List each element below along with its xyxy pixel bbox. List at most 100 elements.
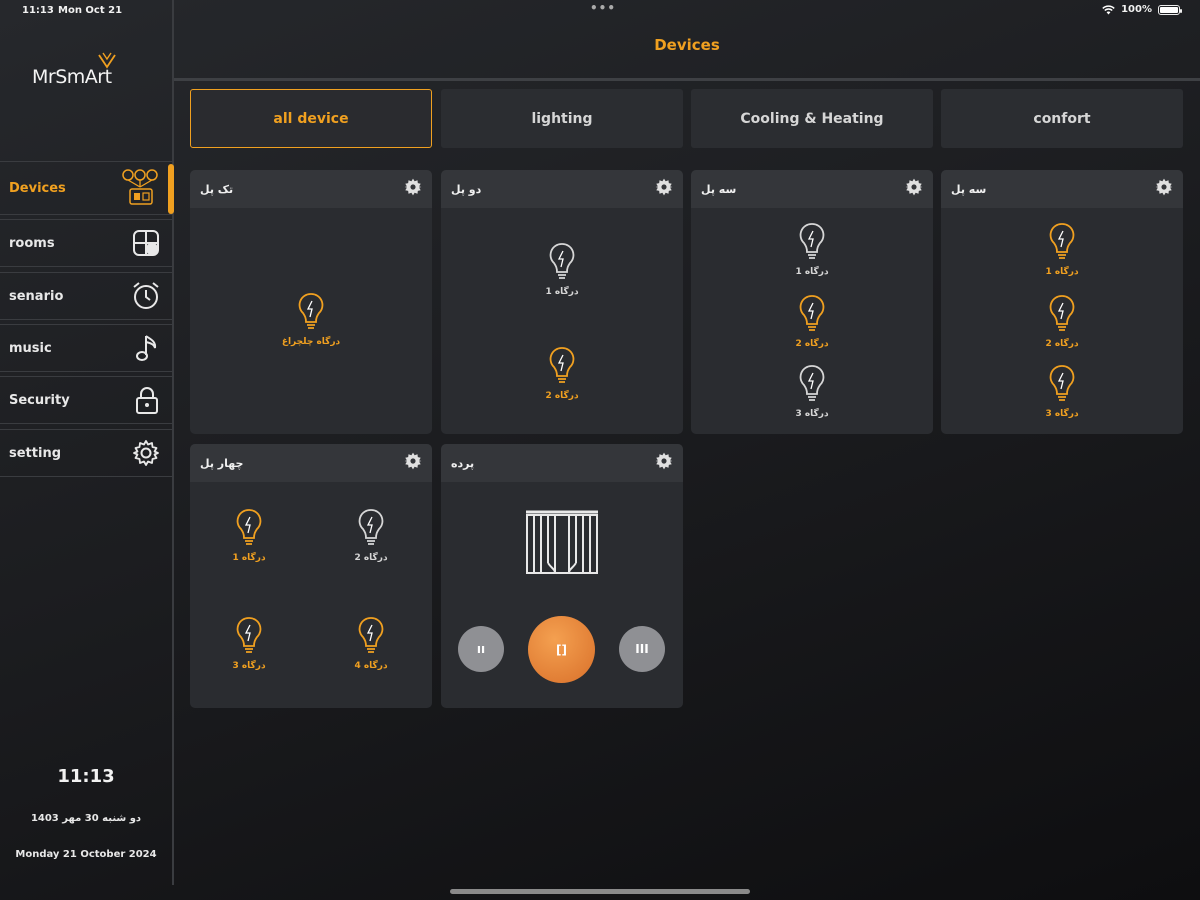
light-switch[interactable]: درگاه 1 — [204, 508, 294, 563]
sidebar-item-label: setting — [9, 445, 61, 461]
logo-text: MrSmArt — [32, 66, 112, 88]
sidebar: MrSmArt Devices rooms senario music Secu… — [0, 0, 174, 885]
page-title: Devices — [654, 36, 720, 54]
status-right: 100% — [1102, 4, 1182, 15]
curtain-close-button[interactable]: III — [619, 626, 665, 672]
status-bar: 11:13 Mon Oct 21 ••• 100% — [0, 0, 1200, 20]
card-settings-gear-icon[interactable] — [1155, 178, 1173, 200]
card-header: پرده — [441, 444, 683, 482]
light-label: درگاه 2 — [354, 553, 388, 563]
card-title: پرده — [451, 456, 475, 470]
light-switch[interactable]: درگاه 2 — [1017, 294, 1107, 349]
music-note-icon — [136, 335, 157, 361]
active-indicator — [168, 164, 174, 214]
sidebar-item-rooms[interactable]: rooms — [0, 219, 172, 267]
light-label: درگاه 3 — [1045, 409, 1079, 419]
lightbulb-icon — [1048, 222, 1076, 266]
light-label: درگاه 2 — [545, 391, 579, 401]
sidebar-item-senario[interactable]: senario — [0, 272, 172, 320]
lightbulb-icon — [235, 616, 263, 660]
lightbulb-icon — [1048, 294, 1076, 338]
card-header: سه پل — [691, 170, 933, 208]
light-switch[interactable]: درگاه 1 — [1017, 222, 1107, 277]
logo: MrSmArt — [30, 52, 145, 92]
lightbulb-icon — [357, 616, 385, 660]
light-switch[interactable]: درگاه 3 — [767, 364, 857, 419]
light-label: درگاه 4 — [354, 661, 388, 671]
lightbulb-icon — [357, 508, 385, 552]
light-switch[interactable]: درگاه 2 — [767, 294, 857, 349]
card-title: سه پل — [701, 182, 737, 196]
devices-icon — [122, 169, 158, 205]
tab-cooling-heating[interactable]: Cooling & Heating — [691, 89, 933, 148]
curtain-stop-button[interactable]: [] — [528, 616, 595, 683]
lightbulb-icon — [798, 364, 826, 408]
header-divider — [174, 78, 1200, 81]
light-label: درگاه 2 — [795, 339, 829, 349]
light-switch[interactable]: درگاه چلچراغ — [266, 292, 356, 347]
sidebar-item-security[interactable]: Security — [0, 376, 172, 424]
card-settings-gear-icon[interactable] — [905, 178, 923, 200]
light-label: درگاه 1 — [1045, 267, 1079, 277]
home-indicator[interactable] — [450, 889, 750, 894]
light-switch[interactable]: درگاه 4 — [326, 616, 416, 671]
card-header: دو پل — [441, 170, 683, 208]
device-card-double: دو پل درگاه 1 درگاه 2 — [441, 170, 683, 434]
gear-icon — [133, 440, 159, 466]
sidebar-item-devices[interactable]: Devices — [0, 161, 174, 215]
card-settings-gear-icon[interactable] — [655, 452, 673, 474]
lightbulb-icon — [297, 292, 325, 336]
sidebar-item-label: music — [9, 340, 52, 356]
device-card-triple-2: سه پل درگاه 1 درگاه 2 درگاه 3 — [941, 170, 1183, 434]
device-card-triple: سه پل درگاه 1 درگاه 2 درگاه 3 — [691, 170, 933, 434]
light-switch[interactable]: درگاه 1 — [767, 222, 857, 277]
device-card-quad: چهار پل درگاه 1 درگاه 2 درگاه 3 درگاه 4 — [190, 444, 432, 708]
card-title: دو پل — [451, 182, 482, 196]
device-card-single: تک پل درگاه چلچراغ — [190, 170, 432, 434]
sidebar-date-persian: دو شنبه 30 مهر 1403 — [30, 813, 142, 824]
tab-lighting[interactable]: lighting — [441, 89, 683, 148]
device-card-curtain: پرده ıı [] III — [441, 444, 683, 708]
light-label: درگاه 1 — [545, 287, 579, 297]
sidebar-item-music[interactable]: music — [0, 324, 172, 372]
light-label: درگاه 1 — [795, 267, 829, 277]
tab-all-device[interactable]: all device — [190, 89, 432, 148]
light-label: درگاه 1 — [232, 553, 266, 563]
card-settings-gear-icon[interactable] — [655, 178, 673, 200]
rooms-icon — [133, 230, 159, 256]
card-settings-gear-icon[interactable] — [404, 178, 422, 200]
card-header: تک پل — [190, 170, 432, 208]
light-switch[interactable]: درگاه 1 — [517, 242, 607, 297]
lightbulb-icon — [798, 294, 826, 338]
light-label: درگاه چلچراغ — [281, 337, 341, 347]
sidebar-clock: 11:13 — [57, 766, 115, 787]
alarm-clock-icon — [133, 282, 159, 309]
light-label: درگاه 2 — [1045, 339, 1079, 349]
sidebar-item-label: Devices — [9, 180, 66, 196]
light-switch[interactable]: درگاه 2 — [326, 508, 416, 563]
card-title: سه پل — [951, 182, 987, 196]
sidebar-item-label: Security — [9, 392, 70, 408]
sidebar-item-label: rooms — [9, 235, 55, 251]
light-switch[interactable]: درگاه 3 — [204, 616, 294, 671]
card-title: چهار پل — [200, 456, 244, 470]
lightbulb-icon — [798, 222, 826, 266]
curtain-open-button[interactable]: ıı — [458, 626, 504, 672]
light-switch[interactable]: درگاه 2 — [517, 346, 607, 401]
battery-icon — [1158, 4, 1182, 15]
lock-icon — [136, 387, 158, 414]
lightbulb-icon — [548, 346, 576, 390]
light-label: درگاه 3 — [795, 409, 829, 419]
curtain-icon — [526, 510, 598, 574]
sidebar-item-setting[interactable]: setting — [0, 429, 172, 477]
multitask-dots-icon[interactable]: ••• — [590, 1, 616, 15]
sidebar-date-english: Monday 21 October 2024 — [15, 849, 157, 860]
tab-confort[interactable]: confort — [941, 89, 1183, 148]
card-settings-gear-icon[interactable] — [404, 452, 422, 474]
lightbulb-icon — [548, 242, 576, 286]
card-title: تک پل — [200, 182, 234, 196]
sidebar-item-label: senario — [9, 288, 64, 304]
card-header: سه پل — [941, 170, 1183, 208]
light-label: درگاه 3 — [232, 661, 266, 671]
light-switch[interactable]: درگاه 3 — [1017, 364, 1107, 419]
